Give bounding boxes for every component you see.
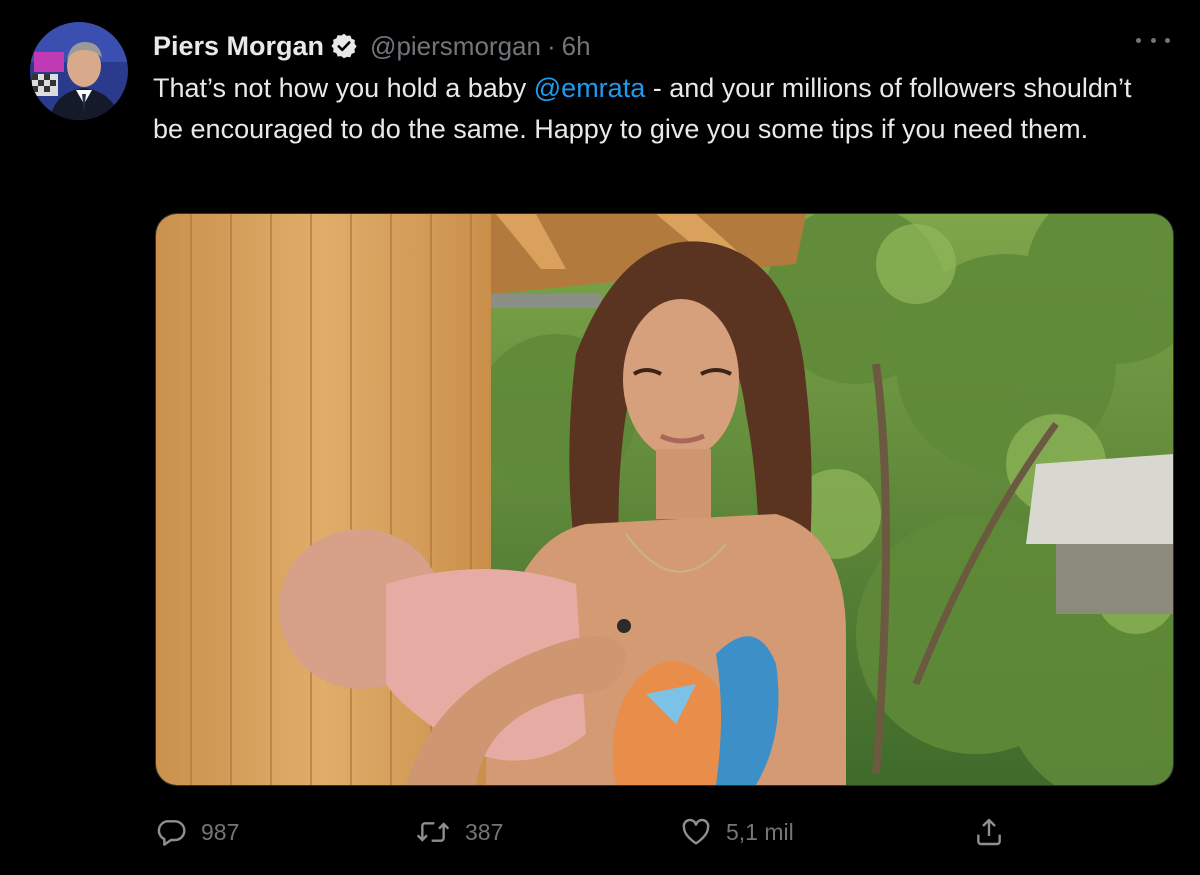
reply-icon xyxy=(155,816,187,848)
author-display-name[interactable]: Piers Morgan xyxy=(153,31,324,62)
retweet-count: 387 xyxy=(465,818,504,845)
header-separator: · xyxy=(546,30,556,61)
heart-icon xyxy=(680,816,712,848)
avatar[interactable] xyxy=(30,22,128,120)
verified-badge-icon xyxy=(330,32,358,60)
retweet-button[interactable]: 387 xyxy=(415,810,503,854)
tweet-header: Piers Morgan @piersmorgan · 6h xyxy=(153,26,591,66)
author-handle[interactable]: @piersmorgan xyxy=(370,31,541,62)
tweet-text: That’s not how you hold a baby @emrata -… xyxy=(153,68,1163,150)
like-button[interactable]: 5,1 mil xyxy=(680,810,794,854)
share-icon xyxy=(973,816,1005,848)
reply-button[interactable]: 987 xyxy=(155,810,239,854)
more-icon[interactable] xyxy=(1136,28,1170,52)
reply-count: 987 xyxy=(201,818,240,845)
mention-link[interactable]: @emrata xyxy=(534,73,645,103)
like-count: 5,1 mil xyxy=(726,818,794,845)
tweet-timestamp[interactable]: 6h xyxy=(562,31,591,62)
tweet-text-part: That’s not how you hold a baby xyxy=(153,73,534,103)
retweet-icon xyxy=(415,816,451,848)
share-button[interactable] xyxy=(973,810,1005,854)
tweet-actions: 987 387 5,1 mil xyxy=(155,810,1055,854)
tweet-photo[interactable] xyxy=(155,213,1174,786)
tweet: Piers Morgan @piersmorgan · 6h That’s no… xyxy=(0,0,1200,875)
